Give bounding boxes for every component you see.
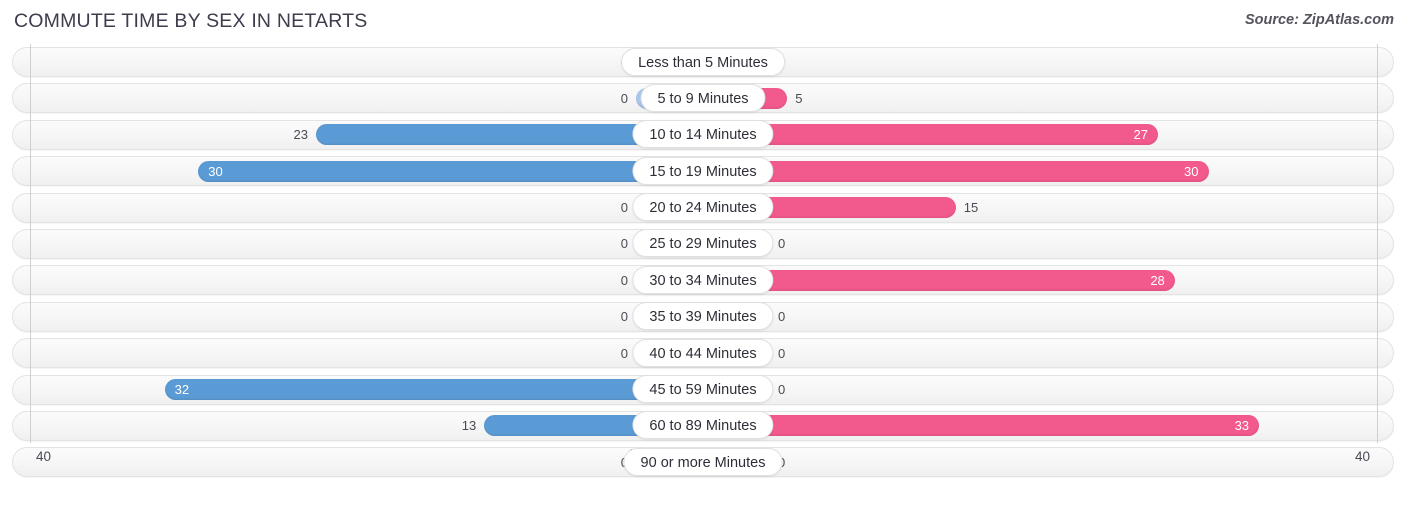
row-bars: 13 33 60 to 89 Minutes	[0, 408, 1406, 444]
category-label-pill: 20 to 24 Minutes	[632, 193, 774, 222]
category-label-pill: 45 to 59 Minutes	[632, 375, 774, 404]
bar-value-female: 0	[778, 345, 786, 361]
bar-value-male: 0	[620, 236, 628, 252]
bar-value-female: 33	[1234, 418, 1250, 434]
table-row: 0 0 25 to 29 Minutes	[0, 226, 1406, 262]
category-label-pill: 30 to 34 Minutes	[632, 265, 774, 294]
row-bars: 0 15 20 to 24 Minutes	[0, 190, 1406, 226]
bar-male	[164, 379, 703, 401]
bar-value-female: 28	[1150, 272, 1165, 288]
category-label-pill: 10 to 14 Minutes	[632, 120, 774, 149]
bar-value-male: 0	[620, 309, 628, 325]
table-row: 0 0 40 to 44 Minutes	[0, 335, 1406, 371]
bar-value-male: 30	[208, 163, 223, 179]
row-bars: 0 0 25 to 29 Minutes	[0, 226, 1406, 262]
row-bars: 23 27 10 to 14 Minutes	[0, 117, 1406, 153]
page-title: COMMUTE TIME BY SEX IN NETARTS	[14, 10, 368, 32]
bar-value-male: 0	[620, 272, 628, 288]
category-label-pill: 40 to 44 Minutes	[632, 338, 774, 367]
table-row: 0 15 20 to 24 Minutes	[0, 190, 1406, 226]
row-bars: 0 0 35 to 39 Minutes	[0, 299, 1406, 335]
bar-value-male: 23	[293, 127, 309, 143]
source-attribution: Source: ZipAtlas.com	[1244, 12, 1394, 28]
category-label-pill: 5 to 9 Minutes	[640, 83, 766, 112]
bar-female	[703, 160, 1209, 182]
row-bars: 0 5 5 to 9 Minutes	[0, 80, 1406, 116]
bar-rows: 00Less than 5 Minutes055 to 9 Minutes232…	[0, 44, 1406, 481]
category-label-pill: 60 to 89 Minutes	[632, 411, 774, 440]
row-bars: 0 0 40 to 44 Minutes	[0, 335, 1406, 371]
bar-value-male: 0	[620, 200, 628, 216]
category-label-pill: 90 or more Minutes	[623, 447, 783, 476]
bar-value-male: 32	[174, 382, 190, 398]
table-row: 32 0 45 to 59 Minutes	[0, 372, 1406, 408]
bar-value-female: 15	[963, 200, 979, 216]
category-label-pill: 25 to 29 Minutes	[632, 229, 774, 258]
category-label-pill: 35 to 39 Minutes	[632, 302, 774, 331]
bar-value-female: 0	[778, 382, 786, 398]
table-row: 13 33 60 to 89 Minutes	[0, 408, 1406, 444]
table-row: 00Less than 5 Minutes	[0, 44, 1406, 80]
chart-container: COMMUTE TIME BY SEX IN NETARTS Source: Z…	[0, 0, 1406, 523]
row-bars: 00Less than 5 Minutes	[0, 44, 1406, 80]
row-bars: 30 30 15 to 19 Minutes	[0, 153, 1406, 189]
table-row: 0 5 5 to 9 Minutes	[0, 80, 1406, 116]
bar-value-female: 0	[778, 236, 786, 252]
chart-header: COMMUTE TIME BY SEX IN NETARTS Source: Z…	[0, 0, 1406, 44]
bar-male	[198, 160, 703, 182]
bar-value-female: 5	[795, 90, 803, 106]
plot-area: 00Less than 5 Minutes055 to 9 Minutes232…	[0, 44, 1406, 481]
bar-female	[703, 415, 1260, 437]
bar-value-male: 0	[620, 345, 628, 361]
table-row: 30 30 15 to 19 Minutes	[0, 153, 1406, 189]
table-row: 0 28 30 to 34 Minutes	[0, 262, 1406, 298]
row-bars: 32 0 45 to 59 Minutes	[0, 372, 1406, 408]
axis-gridline-right	[1377, 44, 1378, 443]
bar-value-female: 0	[778, 309, 786, 325]
category-label-pill: 15 to 19 Minutes	[632, 156, 774, 185]
table-row: 0 0 35 to 39 Minutes	[0, 299, 1406, 335]
table-row: 23 27 10 to 14 Minutes	[0, 117, 1406, 153]
bar-value-female: 27	[1133, 127, 1148, 143]
bar-value-male: 0	[620, 90, 628, 106]
bar-value-male: 13	[461, 418, 477, 434]
bar-value-female: 30	[1184, 163, 1199, 179]
axis-gridline-left	[30, 44, 31, 443]
bar-female	[703, 269, 1175, 291]
row-bars: 0 28 30 to 34 Minutes	[0, 262, 1406, 298]
category-label-pill: Less than 5 Minutes	[621, 47, 785, 76]
